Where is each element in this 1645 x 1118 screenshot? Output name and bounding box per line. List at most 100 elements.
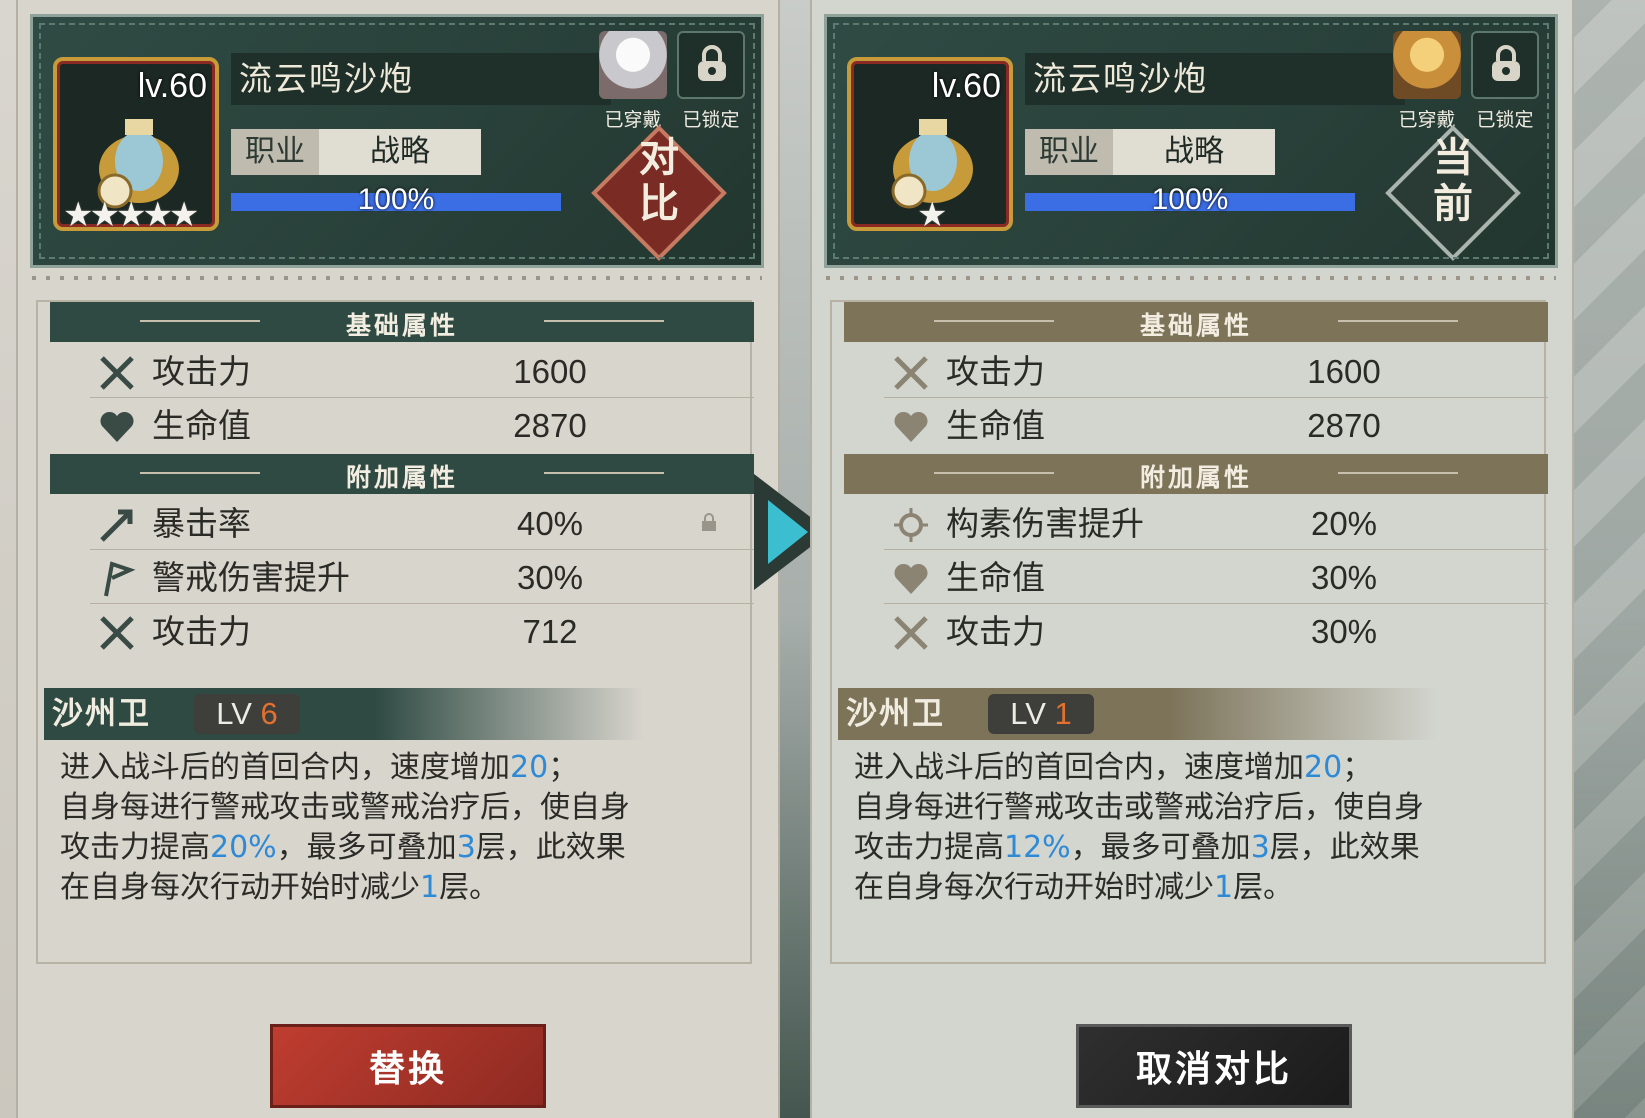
profession-row: 职业 战略 [231, 129, 481, 175]
profession-row: 职业 战略 [1025, 129, 1275, 175]
desc-text: ； [548, 750, 579, 785]
lock-icon [1492, 45, 1520, 81]
divider-dots [32, 276, 762, 280]
desc-line: 攻击力提高20%，最多可叠加3层，此效果 [60, 828, 740, 868]
equipment-name: 流云鸣沙炮 [1025, 53, 1405, 105]
desc-number: 3 [1250, 830, 1270, 865]
skill-level-number: 1 [1054, 696, 1072, 731]
equipment-portrait[interactable]: lv.60 ★★★★★ [53, 57, 219, 235]
lock-button[interactable] [677, 31, 745, 99]
stat-row: 暴击率 40% [50, 496, 754, 550]
desc-text: 层，此效果 [475, 830, 626, 865]
element-burst-icon [894, 508, 928, 542]
skill-name: 沙州卫 [52, 696, 151, 732]
stat-value: 20% [1310, 505, 1378, 542]
desc-text: 进入战斗后的首回合内，速度增加 [854, 750, 1304, 785]
equipment-portrait[interactable]: lv.60 ★ [847, 57, 1013, 235]
desc-text: 攻击力提高 [854, 830, 1004, 865]
skill-name: 沙州卫 [846, 696, 945, 732]
wearer-avatar[interactable] [599, 31, 667, 99]
desc-line: 攻击力提高12%，最多可叠加3层，此效果 [854, 828, 1534, 868]
desc-number: 1 [420, 870, 440, 905]
desc-text: 在自身每次行动开始时减少 [60, 870, 420, 905]
crossed-swords-icon [894, 356, 928, 390]
skill-description: 进入战斗后的首回合内，速度增加20； 自身每进行警戒攻击或警戒治疗后，使自身 攻… [60, 748, 740, 908]
desc-line: 在自身每次行动开始时减少1层。 [60, 868, 740, 908]
skill-level-badge: LV 6 [194, 694, 300, 734]
stat-label: 暴击率 [152, 504, 251, 543]
wearer-avatar[interactable] [1393, 31, 1461, 99]
stat-value: 1600 [513, 353, 587, 390]
desc-number: 3 [456, 830, 476, 865]
profession-label: 职业 [1025, 129, 1113, 175]
heart-icon [894, 563, 928, 594]
stat-row: 攻击力 712 [50, 604, 754, 658]
desc-number: 1 [1214, 870, 1234, 905]
heart-icon [100, 411, 134, 442]
equipment-card: lv.60 ★ 流云鸣沙炮 职业 战略 100% 已穿戴 已锁定 当 前 [824, 14, 1558, 268]
stat-row: 生命值 2870 [844, 398, 1548, 452]
skill-level-prefix: LV [216, 696, 261, 731]
stat-value: 712 [522, 613, 578, 650]
stat-value: 40% [516, 505, 584, 542]
desc-number: 20% [210, 830, 277, 865]
stat-label: 生命值 [152, 406, 251, 445]
cancel-compare-button[interactable]: 取消对比 [1076, 1024, 1352, 1108]
profession-label: 职业 [231, 129, 319, 175]
critical-arrow-icon [100, 509, 133, 542]
crossed-swords-icon [894, 616, 928, 650]
replace-button[interactable]: 替换 [270, 1024, 546, 1108]
desc-line: 自身每进行警戒攻击或警戒治疗后，使自身 [854, 790, 1424, 825]
stat-value: 30% [1310, 559, 1378, 596]
desc-line: 进入战斗后的首回合内，速度增加20； [854, 748, 1534, 788]
heart-icon [894, 411, 928, 442]
stat-row: 攻击力 30% [844, 604, 1548, 658]
lock-button[interactable] [1471, 31, 1539, 99]
stat-row: 攻击力 1600 [50, 344, 754, 398]
stat-value: 2870 [1307, 407, 1381, 444]
lock-icon [698, 45, 726, 81]
compare-badge: 对 比 [639, 134, 679, 227]
desc-text: ，最多可叠加 [276, 830, 457, 865]
crossed-swords-icon [100, 616, 134, 650]
desc-number: 20 [510, 750, 549, 785]
stat-label: 攻击力 [152, 352, 251, 391]
stat-value: 2870 [513, 407, 587, 444]
profession-value: 战略 [319, 129, 481, 175]
current-badge: 当 前 [1433, 134, 1473, 227]
stat-value: 30% [516, 559, 584, 596]
desc-text: 层。 [1233, 870, 1294, 905]
desc-line: 进入战斗后的首回合内，速度增加20； [60, 748, 740, 788]
stat-value: 30% [1310, 613, 1378, 650]
stat-label: 攻击力 [946, 352, 1045, 391]
divider-dots [826, 276, 1556, 280]
desc-number: 12% [1004, 830, 1071, 865]
skill-level-badge: LV 1 [988, 694, 1094, 734]
extra-attributes-header: 附加属性 [844, 454, 1548, 494]
stat-label: 生命值 [946, 558, 1045, 597]
skill-header: 沙州卫 LV 6 [44, 688, 644, 740]
compare-panel-left: lv.60 ★★★★★ 流云鸣沙炮 职业 战略 100% 已穿戴 已锁定 对 比… [16, 0, 780, 1118]
star-rating: ★ [917, 195, 948, 235]
desc-text: 攻击力提高 [60, 830, 210, 865]
stat-row: 警戒伤害提升 30% [50, 550, 754, 604]
base-attributes-header: 基础属性 [844, 302, 1548, 342]
progress-bar: 100% [1025, 183, 1355, 216]
stat-row: 构素伤害提升 20% [844, 496, 1548, 550]
desc-text: ； [1342, 750, 1373, 785]
skill-level-prefix: LV [1010, 696, 1055, 731]
stat-lock-icon[interactable] [700, 512, 718, 532]
progress-text: 100% [1151, 183, 1229, 216]
stat-row: 生命值 2870 [50, 398, 754, 452]
stat-value: 1600 [1307, 353, 1381, 390]
base-attributes-header: 基础属性 [50, 302, 754, 342]
locked-tag: 已锁定 [682, 109, 740, 131]
stat-label: 攻击力 [152, 612, 251, 651]
locked-tag: 已锁定 [1476, 109, 1534, 131]
desc-text: 在自身每次行动开始时减少 [854, 870, 1214, 905]
equipment-name: 流云鸣沙炮 [231, 53, 611, 105]
desc-line: 在自身每次行动开始时减少1层。 [854, 868, 1534, 908]
progress-text: 100% [357, 183, 435, 216]
stat-label: 警戒伤害提升 [152, 558, 350, 597]
desc-text: 层，此效果 [1269, 830, 1420, 865]
